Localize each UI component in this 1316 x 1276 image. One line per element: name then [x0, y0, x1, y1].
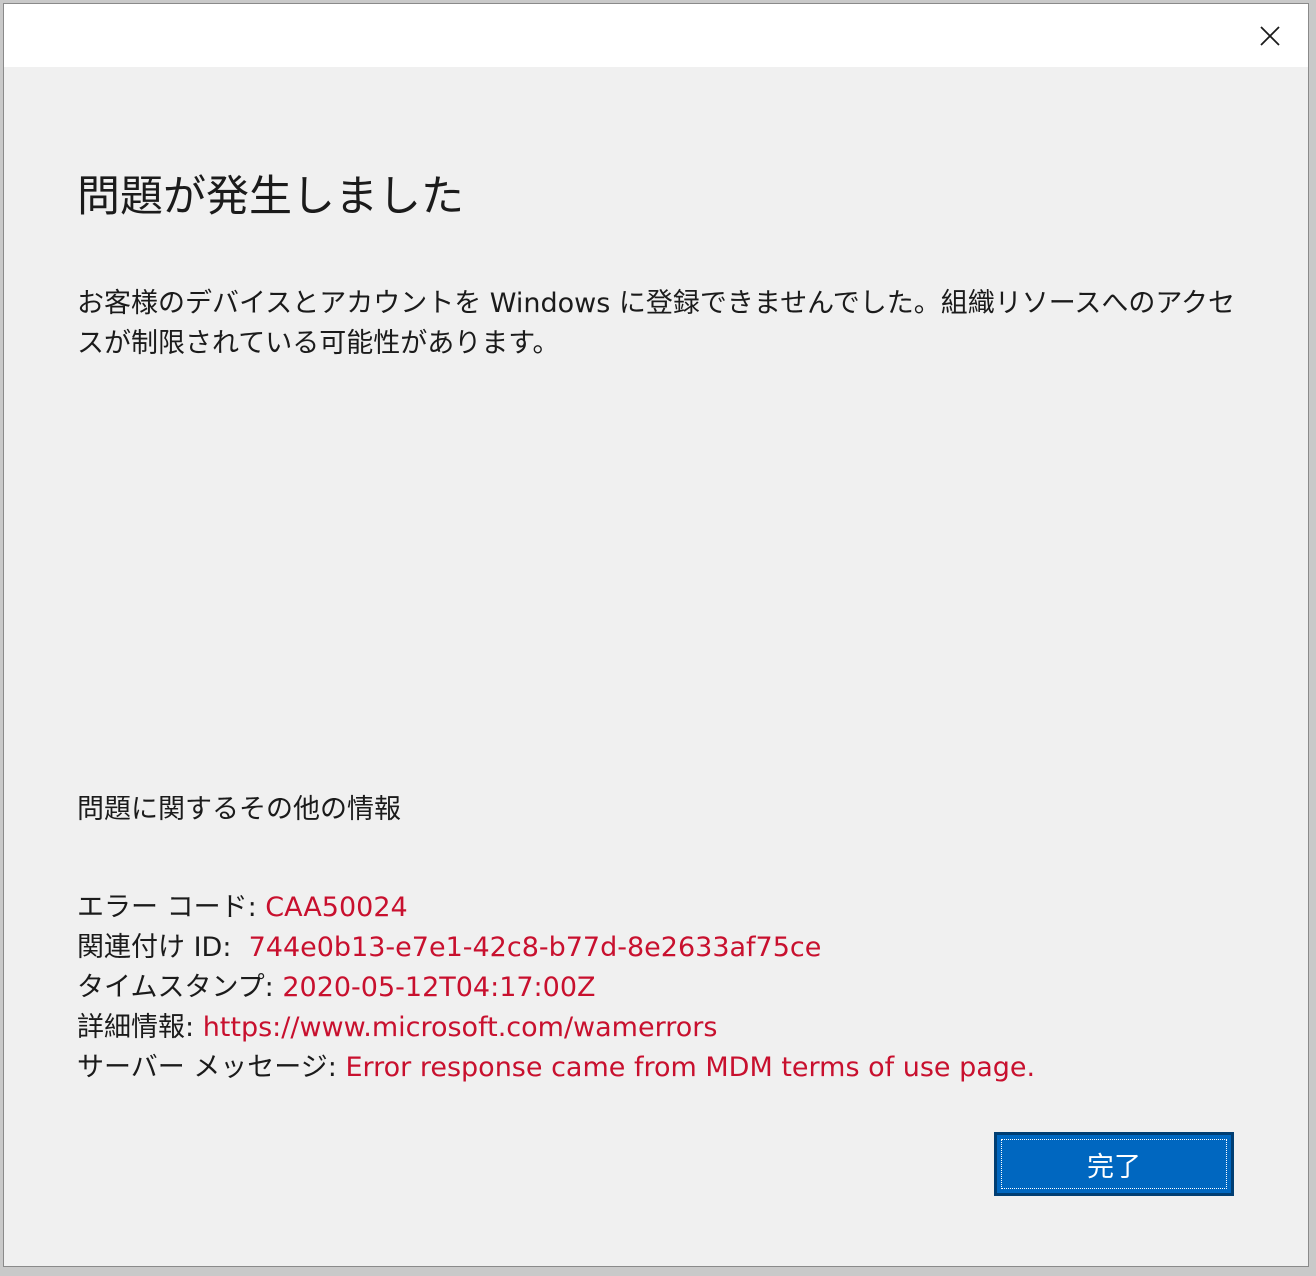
more-info-row: 詳細情報: https://www.microsoft.com/wamerror…: [77, 1008, 1035, 1048]
more-info-link[interactable]: https://www.microsoft.com/wamerrors: [203, 1012, 718, 1043]
correlation-id-value: 744e0b13-e7e1-42c8-b77d-8e2633af75ce: [248, 932, 822, 963]
server-message-label: サーバー メッセージ:: [77, 1052, 346, 1083]
more-info-label: 詳細情報:: [77, 1012, 203, 1043]
done-button[interactable]: 完了: [994, 1132, 1234, 1196]
correlation-id-row: 関連付け ID: 744e0b13-e7e1-42c8-b77d-8e2633a…: [77, 928, 1035, 968]
error-code-label: エラー コード:: [77, 892, 266, 923]
error-dialog: 問題が発生しました お客様のデバイスとアカウントを Windows に登録できま…: [3, 3, 1309, 1267]
title-bar: [4, 4, 1308, 67]
more-info-heading: 問題に関するその他の情報: [77, 794, 401, 825]
close-icon: [1260, 26, 1280, 46]
error-code-row: エラー コード: CAA50024: [77, 888, 1035, 928]
dialog-heading: 問題が発生しました: [77, 172, 464, 222]
timestamp-label: タイムスタンプ:: [77, 972, 283, 1003]
server-message-row: サーバー メッセージ: Error response came from MDM…: [77, 1048, 1035, 1088]
error-details: エラー コード: CAA50024 関連付け ID: 744e0b13-e7e1…: [77, 888, 1035, 1088]
correlation-id-label: 関連付け ID:: [77, 932, 249, 963]
error-message: お客様のデバイスとアカウントを Windows に登録できませんでした。組織リソ…: [77, 288, 1236, 359]
timestamp-row: タイムスタンプ: 2020-05-12T04:17:00Z: [77, 968, 1035, 1008]
close-button[interactable]: [1246, 14, 1294, 58]
error-code-value: CAA50024: [265, 892, 408, 923]
server-message-value: Error response came from MDM terms of us…: [345, 1052, 1036, 1083]
done-button-label: 完了: [1087, 1151, 1141, 1183]
timestamp-value: 2020-05-12T04:17:00Z: [282, 972, 596, 1003]
